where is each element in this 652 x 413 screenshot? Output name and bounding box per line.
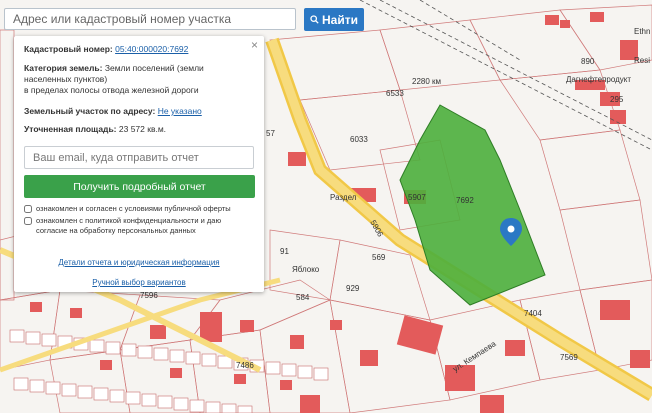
label-6033: 6033 [350, 135, 368, 144]
category-row: Категория земель: Земли поселений (земли… [24, 63, 252, 85]
label-569: 569 [372, 253, 386, 262]
area-value: 23 572 кв.м. [118, 124, 167, 134]
email-field[interactable] [24, 146, 254, 169]
close-icon[interactable]: × [251, 39, 258, 51]
address-label: Земельный участок по адресу: [24, 106, 156, 116]
cadastral-label: Кадастровый номер: [24, 44, 113, 54]
search-icon [310, 15, 319, 24]
area-row: Уточненная площадь: 23 572 кв.м. [24, 124, 252, 135]
dagnef-label: Дагнефтепродукт [566, 75, 631, 84]
address-row: Земельный участок по адресу: Не указано [24, 106, 252, 117]
cadastral-link[interactable]: 05:40:000020:7692 [115, 44, 188, 54]
poi-yabloko: Яблоко [292, 265, 320, 274]
label-7569: 7569 [560, 353, 578, 362]
details-link[interactable]: Детали отчета и юридическая информация [14, 258, 264, 267]
category-note: в пределах полосы отвода железной дороги [24, 85, 199, 95]
label-91: 91 [280, 247, 289, 256]
privacy-checkbox[interactable] [24, 217, 32, 225]
search-button-label: Найти [322, 12, 358, 27]
label-7596: 7596 [140, 291, 158, 300]
manual-link[interactable]: Ручной выбор вариантов [14, 278, 264, 287]
area-label: Уточненная площадь: [24, 124, 117, 134]
address-link[interactable]: Не указано [158, 106, 202, 116]
search-button[interactable]: Найти [304, 8, 364, 31]
label-584: 584 [296, 293, 310, 302]
label-7486: 7486 [236, 361, 254, 370]
label-929: 929 [346, 284, 360, 293]
parcel-info-panel: × Кадастровый номер: 05:40:000020:7692 К… [14, 36, 264, 292]
label-295: 295 [610, 95, 624, 104]
category-label: Категория земель: [24, 63, 103, 73]
offer-checkbox[interactable] [24, 205, 32, 213]
search-input[interactable] [4, 8, 296, 30]
offer-checkbox-label: ознакомлен и согласен с условиями публич… [36, 204, 231, 213]
label-7692: 7692 [456, 196, 474, 205]
eth-label: Ethn [634, 27, 650, 36]
label-7404: 7404 [524, 309, 542, 318]
get-report-button[interactable]: Получить подробный отчет [24, 175, 255, 198]
label-57: 57 [266, 129, 275, 138]
res-label: Resi [634, 56, 650, 65]
label-890: 890 [581, 57, 595, 66]
km-label: 2280 км [412, 77, 441, 86]
privacy-checkbox-label: ознакомлен с политикой конфиденциальност… [36, 216, 222, 235]
label-6533: 6533 [386, 89, 404, 98]
privacy-checkbox-row[interactable]: ознакомлен с политикой конфиденциальност… [24, 216, 254, 236]
cadastral-row: Кадастровый номер: 05:40:000020:7692 [24, 44, 252, 55]
poi-razdel: Раздел [330, 193, 357, 202]
offer-checkbox-row[interactable]: ознакомлен и согласен с условиями публич… [24, 204, 231, 214]
label-5907: 5907 [408, 193, 426, 202]
